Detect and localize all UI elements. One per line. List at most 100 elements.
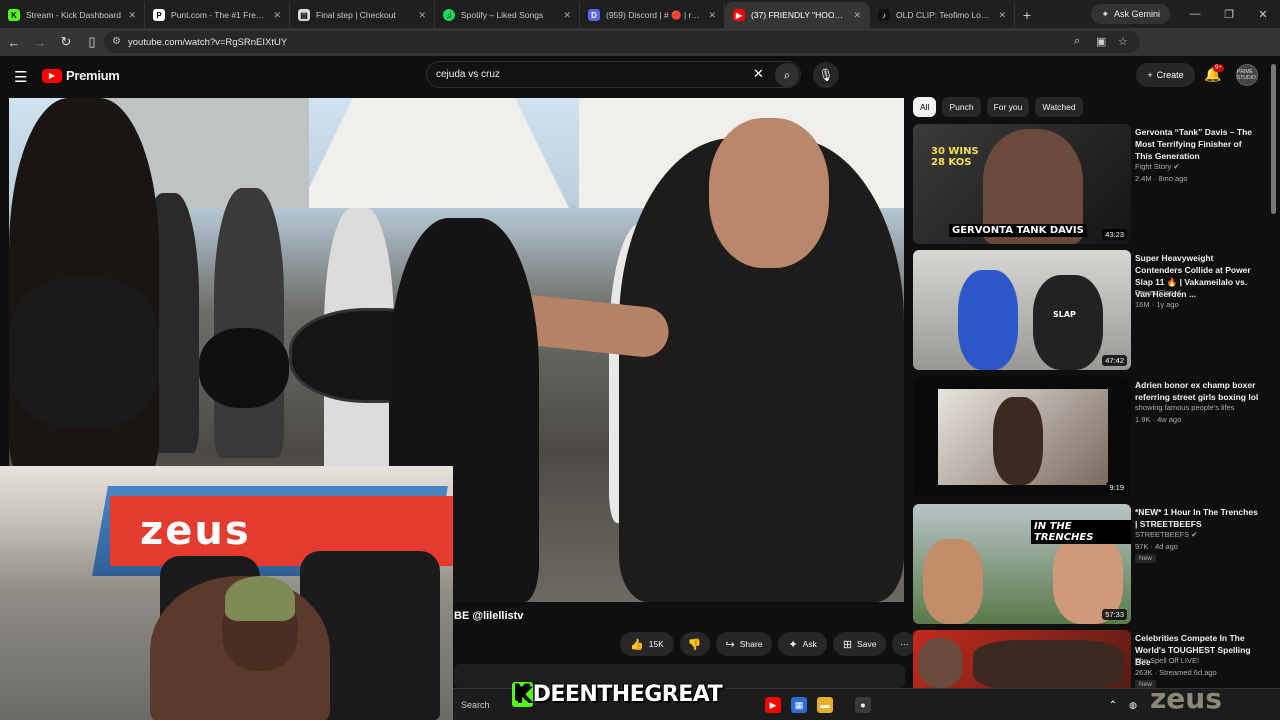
browser-tab[interactable]: P Punt.com - The #1 Free to P ✕ (145, 2, 290, 28)
thumbs-up-icon: 👍 (630, 638, 644, 651)
minimize-icon[interactable]: — (1178, 0, 1212, 28)
sidebar-icon[interactable]: ▯ (80, 30, 104, 54)
save-button[interactable]: ⊞ Save (832, 632, 887, 656)
youtube-premium-logo[interactable]: ▶ Premium (42, 68, 120, 83)
youtube-taskbar-icon[interactable]: ▶ (765, 697, 781, 713)
notification-badge: 9+ (1213, 64, 1224, 72)
zeus-watermark: zeus (1150, 682, 1222, 715)
recommendation-item[interactable]: SLAP 47:42 Super Heavyweight Contenders … (913, 250, 1268, 372)
close-icon[interactable]: ✕ (273, 10, 281, 21)
window-controls: — ❐ ✕ (1178, 0, 1280, 28)
video-thumbnail[interactable]: 9:19 (913, 377, 1131, 497)
recommendation-item[interactable]: 30 WINS 28 KOS GERVONTA TANK DAVIS 43:23… (913, 124, 1268, 246)
verified-check-icon: ✔ (1171, 162, 1180, 171)
reload-icon[interactable]: ↻ (54, 30, 78, 54)
verified-check-icon: ✔ (1189, 530, 1198, 539)
thumbnail-figure (918, 638, 963, 688)
close-window-icon[interactable]: ✕ (1246, 0, 1280, 28)
zoom-icon[interactable]: ⌕ (1074, 35, 1080, 48)
browser-tab[interactable]: ♫ Spotify – Liked Songs ✕ (435, 2, 580, 28)
discord-icon: D (588, 9, 600, 21)
thumbs-down-icon: 👎 (687, 638, 702, 651)
back-icon[interactable]: ← (2, 30, 26, 54)
search-icon[interactable]: ⌕ (775, 63, 799, 87)
clear-search-icon[interactable]: ✕ (753, 66, 764, 82)
youtube-header: ☰ ▶ Premium cejuda vs cruz ✕ ⌕ 🎙 + Create… (0, 56, 1280, 96)
like-button[interactable]: 👍 15K (620, 632, 674, 656)
recommendation-item[interactable]: 9:19 Adrien bonor ex champ boxer referri… (913, 377, 1268, 499)
address-bar-row: ← → ↻ ▯ ⚙ youtube.com/watch?v=RgSRnEIXtU… (0, 28, 1280, 77)
share-icon: ↪ (725, 638, 735, 651)
gemini-icon: ✦ (1101, 8, 1109, 19)
share-button[interactable]: ↪ Share (715, 632, 773, 656)
youtube-play-icon: ▶ (42, 68, 62, 83)
document-icon: ▤ (298, 9, 310, 21)
boxer-right-head (709, 118, 829, 268)
cast-icon[interactable]: ▣ (1096, 35, 1106, 48)
recommendation-item[interactable]: IN THE TRENCHES 57:33 *NEW* 1 Hour In Th… (913, 504, 1268, 626)
ask-gemini-button[interactable]: ✦ Ask Gemini (1091, 4, 1170, 24)
browser-tab[interactable]: K Stream - Kick Dashboard ✕ (0, 2, 145, 28)
close-icon[interactable]: ✕ (418, 10, 426, 21)
dislike-button[interactable]: 👎 (679, 632, 710, 656)
maximize-icon[interactable]: ❐ (1212, 0, 1246, 28)
recommendation-filter-chips: All Punch For you Watched (913, 97, 1083, 117)
close-icon[interactable]: ✕ (998, 10, 1006, 21)
chip-watched[interactable]: Watched (1035, 97, 1083, 117)
youtube-icon: ▶ (733, 9, 745, 21)
video-thumbnail[interactable] (913, 630, 1131, 690)
browser-tab[interactable]: D (959) Discord | # 🔴 | reacti ✕ (580, 2, 725, 28)
thumbnail-figure (958, 270, 1018, 370)
site-info-icon[interactable]: ⚙ (112, 36, 121, 47)
browser-tab[interactable]: ▤ Final step | Checkout ✕ (290, 2, 435, 28)
hamburger-menu-icon[interactable]: ☰ (14, 68, 27, 86)
chip-all[interactable]: All (913, 97, 937, 117)
thumbnail-figure (1033, 275, 1103, 370)
sparkle-icon: ✦ (788, 638, 798, 651)
more-horizontal-icon: ⋯ (900, 638, 909, 649)
close-icon[interactable]: ✕ (708, 10, 716, 21)
avatar[interactable]: PRIME STUDIO (1236, 64, 1258, 86)
focus-mitt (9, 278, 159, 428)
forward-icon[interactable]: → (28, 30, 52, 54)
close-icon[interactable]: ✕ (853, 10, 861, 21)
page-scrollbar[interactable] (1271, 64, 1276, 214)
video-thumbnail[interactable]: SLAP 47:42 (913, 250, 1131, 370)
norton-taskbar-icon[interactable] (825, 697, 841, 713)
browser-tab[interactable]: ♪OLD CLIP: Teofimo Lopez vs✕ (870, 2, 1015, 28)
video-actions: 👍 15K 👎 ↪ Share ✦ Ask ⊞ Save ⋯ (620, 632, 917, 656)
ask-button[interactable]: ✦ Ask (778, 632, 827, 656)
kick-icon: K (8, 9, 20, 21)
search-input[interactable]: cejuda vs cruz (426, 61, 801, 88)
tray-app-icon[interactable]: ◍ (1125, 697, 1141, 713)
thumbnail-figure (973, 640, 1123, 690)
url-bar[interactable]: ⚙ youtube.com/watch?v=RgSRnEIXtUY ⌕ ▣ ☆ (104, 31, 1140, 53)
create-button[interactable]: + Create (1136, 63, 1195, 87)
plus-icon: + (1147, 70, 1153, 80)
verified-check-icon: ✔ (1173, 288, 1182, 297)
thumbnail-figure (923, 539, 983, 624)
boxing-glove (199, 328, 289, 408)
app-taskbar-icon[interactable]: ● (855, 697, 871, 713)
camo-hat (225, 576, 295, 621)
store-taskbar-icon[interactable]: ▦ (791, 697, 807, 713)
streamer-name-overlay: KDEENTHEGREAT (512, 682, 723, 707)
thumbnail-figure (993, 397, 1043, 485)
bookmark-star-icon[interactable]: ☆ (1118, 35, 1128, 48)
close-icon[interactable]: ✕ (128, 10, 136, 21)
tiktok-icon: ♪ (878, 9, 890, 21)
recommendation-item[interactable]: Celebrities Compete In The World's TOUGH… (913, 630, 1268, 690)
video-overlay-handle: BE @lilellistv (454, 610, 524, 622)
chip-punch[interactable]: Punch (942, 97, 981, 117)
browser-tab-active[interactable]: ▶(37) FRIENDLY "HOOD Stree✕ (725, 2, 870, 28)
chip-for-you[interactable]: For you (986, 97, 1030, 117)
streamer-webcam-overlay: zeus (0, 466, 453, 720)
tray-chevron-icon[interactable]: ⌃ (1105, 697, 1121, 713)
video-thumbnail[interactable]: IN THE TRENCHES 57:33 (913, 504, 1131, 624)
video-thumbnail[interactable]: 30 WINS 28 KOS GERVONTA TANK DAVIS 43:23 (913, 124, 1131, 244)
microphone-icon[interactable]: 🎙 (813, 62, 839, 88)
punt-icon: P (153, 9, 165, 21)
close-icon[interactable]: ✕ (563, 10, 571, 21)
new-tab-button[interactable]: + (1015, 2, 1039, 28)
spotify-icon: ♫ (443, 9, 455, 21)
